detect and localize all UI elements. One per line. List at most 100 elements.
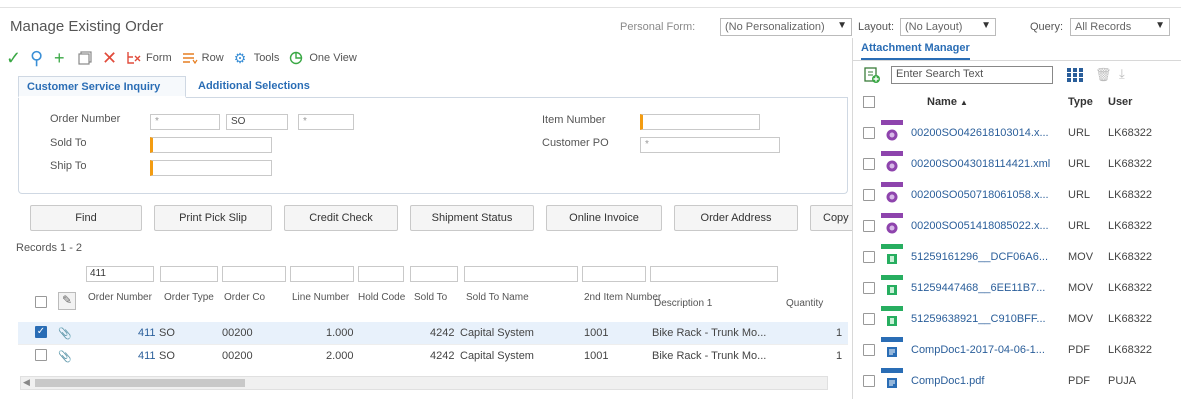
attachment-checkbox[interactable] [863,313,875,325]
form-icon[interactable] [126,51,146,65]
tab-attachment-manager[interactable]: Attachment Manager [861,42,970,60]
tools-menu[interactable]: Tools [254,52,280,64]
check-icon[interactable]: ✓ [6,48,26,69]
column-line-number[interactable]: Line Number [292,292,349,303]
attachment-name[interactable]: 00200SO043018114421.xml [911,158,1050,170]
column-user[interactable]: User [1108,96,1132,108]
tab-customer-service-inquiry[interactable]: Customer Service Inquiry [18,76,186,98]
attachment-search-input[interactable]: Enter Search Text [891,66,1053,84]
attachment-header-icon[interactable]: ✎ [58,292,76,310]
column-name[interactable]: Name ▲ [927,96,968,108]
scroll-left-icon[interactable]: ◀ [23,377,30,388]
grid-view-icon[interactable] [1067,68,1083,82]
filter-second-item[interactable] [582,266,646,282]
horizontal-scrollbar[interactable]: ◀ [20,376,828,390]
attachment-row[interactable]: CompDoc1-2017-04-06-1... PDF LK68322 [853,335,1181,365]
select-all-checkbox[interactable] [35,296,47,308]
paperclip-icon[interactable]: 📎 [58,350,72,363]
sold-to-input[interactable] [150,137,272,153]
attachment-checkbox[interactable] [863,282,875,294]
attachment-checkbox[interactable] [863,375,875,387]
attachment-row[interactable]: 00200SO050718061058.x... URL LK68322 [853,180,1181,210]
attachment-checkbox[interactable] [863,220,875,232]
paperclip-icon[interactable]: 📎 [58,327,72,340]
filter-hold-code[interactable] [358,266,404,282]
row-order-number[interactable]: 411 [138,350,156,362]
tab-additional-selections[interactable]: Additional Selections [190,76,330,98]
table-row[interactable]: 📎 411 SO 00200 2.000 4242 Capital System… [18,344,848,366]
attachment-row[interactable]: 51259447468__6EE11B7... MOV LK68322 [853,273,1181,303]
attachment-checkbox[interactable] [863,158,875,170]
one-view-icon[interactable] [289,51,309,65]
column-sold-to[interactable]: Sold To [414,292,447,303]
item-number-input[interactable] [640,114,760,130]
filter-order-number[interactable]: 411 [86,266,154,282]
query-select[interactable]: All Records ▼ [1070,18,1170,36]
attachment-row[interactable]: 51259638921__C910BFF... MOV LK68322 [853,304,1181,334]
attachment-row[interactable]: CompDoc1.pdf PDF PUJA [853,366,1181,396]
order-co-input[interactable]: * [298,114,354,130]
attachment-name[interactable]: 00200SO042618103014.x... [911,127,1049,139]
shipment-status-button[interactable]: Shipment Status [410,205,534,231]
filter-order-co[interactable] [222,266,286,282]
trash-icon[interactable]: 🗑 [1095,67,1112,83]
one-view-menu[interactable]: One View [309,52,357,64]
print-pick-slip-button[interactable]: Print Pick Slip [154,205,272,231]
copy-button[interactable]: Copy [810,205,856,231]
online-invoice-button[interactable]: Online Invoice [546,205,662,231]
row-menu[interactable]: Row [202,52,224,64]
attachment-name[interactable]: 00200SO050718061058.x... [911,189,1049,201]
personal-form-select[interactable]: (No Personalization) ▼ [720,18,852,36]
column-description[interactable]: Description 1 [654,298,712,309]
table-row[interactable]: ✓ 📎 411 SO 00200 1.000 4242 Capital Syst… [18,322,848,344]
filter-sold-to[interactable] [410,266,458,282]
attachment-row[interactable]: 00200SO051418085022.x... URL LK68322 [853,211,1181,241]
attachment-name[interactable]: CompDoc1.pdf [911,375,984,387]
row-order-number[interactable]: 411 [138,327,156,339]
customer-po-input[interactable]: * [640,137,780,153]
attachment-row[interactable]: 00200SO042618103014.x... URL LK68322 [853,118,1181,148]
column-quantity[interactable]: Quantity [786,298,823,309]
gear-icon[interactable]: ⚙ [234,50,254,67]
column-second-item[interactable]: 2nd Item Number [584,292,661,303]
attachment-checkbox[interactable] [863,251,875,263]
attachment-name[interactable]: 51259447468__6EE11B7... [911,282,1045,294]
filter-order-type[interactable] [160,266,218,282]
column-order-co[interactable]: Order Co [224,292,265,303]
find-button[interactable]: Find [30,205,142,231]
search-icon[interactable]: ⚲ [30,48,54,69]
select-all-attachments-checkbox[interactable] [863,96,875,108]
column-sold-to-name[interactable]: Sold To Name [466,292,529,303]
attachment-name[interactable]: 51259638921__C910BFF... [911,313,1046,325]
attachment-row[interactable]: 00200SO043018114421.xml URL LK68322 [853,149,1181,179]
ship-to-input[interactable] [150,160,272,176]
row-checkbox[interactable]: ✓ [35,326,47,338]
attachment-checkbox[interactable] [863,344,875,356]
add-attachment-icon[interactable] [863,66,881,84]
attachment-row[interactable]: 51259161296__DCF06A6... MOV LK68322 [853,242,1181,272]
attachment-checkbox[interactable] [863,189,875,201]
column-order-number[interactable]: Order Number [88,292,152,303]
attachment-name[interactable]: 00200SO051418085022.x... [911,220,1049,232]
form-menu[interactable]: Form [146,52,172,64]
layout-select[interactable]: (No Layout) ▼ [900,18,996,36]
row-checkbox[interactable] [35,349,47,361]
attachment-checkbox[interactable] [863,127,875,139]
copy-icon[interactable] [78,51,102,65]
scroll-thumb[interactable] [35,379,245,387]
column-order-type[interactable]: Order Type [164,292,214,303]
delete-icon[interactable]: ✕ [102,48,126,69]
order-type-input[interactable]: SO [226,114,288,130]
filter-description[interactable] [650,266,778,282]
filter-line-number[interactable] [290,266,354,282]
attachment-name[interactable]: 51259161296__DCF06A6... [911,251,1048,263]
order-address-button[interactable]: Order Address [674,205,798,231]
column-hold-code[interactable]: Hold Code [358,292,405,303]
credit-check-button[interactable]: Credit Check [284,205,398,231]
row-icon[interactable] [182,51,202,65]
filter-sold-to-name[interactable] [464,266,578,282]
order-number-input[interactable]: * [150,114,220,130]
add-icon[interactable]: + [54,48,78,69]
download-icon[interactable]: ⤓ [1119,66,1125,82]
column-type[interactable]: Type [1068,96,1093,108]
